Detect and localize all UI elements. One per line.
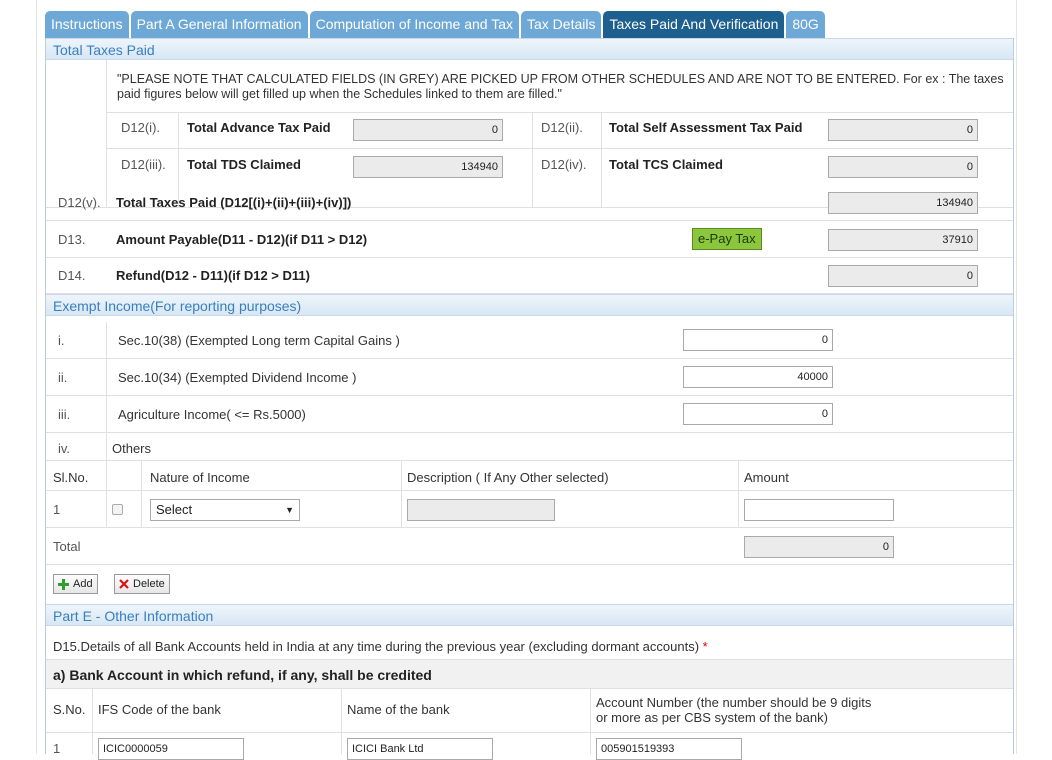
d12-ii-code: D12(ii). (541, 120, 583, 135)
d13-code: D13. (58, 232, 86, 247)
total-advance-tax-paid-field[interactable]: 0 (353, 119, 503, 141)
section-part-e-other-information: Part E - Other Information (46, 604, 1013, 626)
exempt-i-label: Sec.10(38) (Exempted Long term Capital G… (118, 333, 400, 348)
ifs-code-field[interactable]: ICIC0000059 (98, 738, 244, 760)
delete-button[interactable]: Delete (114, 574, 170, 594)
tab-part-a-general-information[interactable]: Part A General Information (130, 11, 308, 38)
bank-name-field[interactable]: ICICI Bank Ltd (347, 738, 493, 760)
header-slno: Sl.No. (53, 470, 89, 485)
nature-of-income-select[interactable]: Select ▼ (150, 499, 300, 521)
add-delete-toolbar: Add Delete (46, 565, 1013, 605)
d13-label: Amount Payable(D11 - D12)(if D11 > D12) (116, 232, 368, 247)
bank-subsection-header: a) Bank Account in which refund, if any,… (46, 660, 1013, 689)
delete-x-icon (119, 579, 129, 589)
d15-text: D15.Details of all Bank Accounts held in… (53, 639, 708, 654)
header-sno: S.No. (53, 702, 86, 717)
exempt-row-iii: iii. Agriculture Income( <= Rs.5000) 0 (46, 396, 1013, 433)
row-d12-v: D12(v). Total Taxes Paid (D12[(i)+(ii)+(… (46, 184, 1013, 221)
d12-v-label: Total Taxes Paid (D12[(i)+(ii)+(iii)+(iv… (116, 195, 352, 210)
header-ifs-code: IFS Code of the bank (98, 702, 221, 717)
d12-iv-code: D12(iv). (541, 157, 587, 172)
d12-iii-label: Total TDS Claimed (187, 157, 301, 172)
tab-taxes-paid-and-verification[interactable]: Taxes Paid And Verification (603, 11, 785, 38)
d15-row: D15.Details of all Bank Accounts held in… (46, 632, 1013, 660)
header-account-number-line1: Account Number (the number should be 9 d… (596, 695, 872, 710)
exempt-row-i: i. Sec.10(38) (Exempted Long term Capita… (46, 322, 1013, 359)
d14-code: D14. (58, 268, 86, 283)
others-total-row: Total 0 (46, 528, 1013, 565)
d12-ii-label: Total Self Assessment Tax Paid (609, 120, 803, 135)
exempt-dividend-field[interactable]: 40000 (683, 366, 833, 388)
other-amount-field[interactable] (744, 499, 894, 521)
header-description: Description ( If Any Other selected) (407, 470, 609, 485)
page-right-rule (1016, 0, 1017, 754)
form-tabs: Instructions Part A General Information … (45, 11, 825, 38)
row-d14: D14. Refund(D12 - D11)(if D12 > D11) 0 (46, 258, 1013, 294)
header-amount: Amount (744, 470, 789, 485)
others-table-header: Sl.No. Nature of Income Description ( If… (46, 461, 1013, 491)
plus-icon (58, 578, 69, 590)
row-slno: 1 (53, 502, 61, 517)
total-tcs-claimed-field[interactable]: 0 (828, 156, 978, 178)
exempt-i-code: i. (58, 333, 65, 348)
exempt-row-others: iv. Others (46, 433, 1013, 461)
exempt-iii-code: iii. (58, 407, 71, 422)
d14-label: Refund(D12 - D11)(if D12 > D11) (116, 268, 310, 283)
total-tds-claimed-field[interactable]: 134940 (353, 156, 503, 178)
calculated-fields-note: "PLEASE NOTE THAT CALCULATED FIELDS (IN … (117, 72, 1004, 101)
page-left-rule (36, 0, 37, 754)
add-button-label: Add (73, 578, 93, 590)
amount-payable-field[interactable]: 37910 (828, 229, 978, 251)
others-total-field[interactable]: 0 (744, 536, 894, 558)
required-mark: * (702, 639, 708, 654)
exempt-ii-label: Sec.10(34) (Exempted Dividend Income ) (118, 370, 357, 385)
header-bank-name: Name of the bank (347, 702, 450, 717)
tab-80g[interactable]: 80G (786, 11, 825, 38)
section-exempt-income: Exempt Income(For reporting purposes) (46, 294, 1013, 316)
tab-instructions[interactable]: Instructions (45, 11, 129, 38)
exempt-ltcg-field[interactable]: 0 (683, 329, 833, 351)
add-button[interactable]: Add (53, 574, 98, 594)
form-panel: Total Taxes Paid "PLEASE NOTE THAT CALCU… (45, 38, 1014, 760)
exempt-ii-code: ii. (58, 370, 68, 385)
d12-iii-code: D12(iii). (121, 157, 166, 172)
total-taxes-paid-field[interactable]: 134940 (828, 192, 978, 214)
d12-i-code: D12(i). (121, 120, 161, 135)
exempt-row-ii: ii. Sec.10(34) (Exempted Dividend Income… (46, 359, 1013, 396)
exempt-others-label: Others (112, 441, 152, 456)
d12-i-label: Total Advance Tax Paid (187, 120, 331, 135)
nature-of-income-value: Select (156, 502, 193, 517)
table-row: 1 ICIC0000059 ICICI Bank Ltd 00590151939… (46, 733, 1013, 760)
exempt-iii-label: Agriculture Income( <= Rs.5000) (118, 407, 306, 422)
bank-subsection-title: a) Bank Account in which refund, if any,… (53, 667, 432, 683)
d12-iv-label: Total TCS Claimed (609, 157, 723, 172)
account-number-field[interactable]: 005901519393 (596, 738, 742, 760)
tab-tax-details[interactable]: Tax Details (521, 11, 602, 38)
tab-computation-of-income-and-tax[interactable]: Computation of Income and Tax (309, 11, 519, 38)
exempt-agriculture-field[interactable]: 0 (683, 403, 833, 425)
section-total-taxes-paid: Total Taxes Paid (46, 38, 1013, 60)
table-row: 1 Select ▼ (46, 491, 1013, 528)
row-select-checkbox[interactable] (112, 504, 123, 515)
row-d13: D13. Amount Payable(D11 - D12)(if D11 > … (46, 221, 1013, 258)
header-nature-of-income: Nature of Income (150, 470, 250, 485)
d12-v-code: D12(v). (58, 195, 101, 210)
refund-field[interactable]: 0 (828, 265, 978, 287)
header-account-number-line2: or more as per CBS system of the bank) (596, 710, 828, 725)
dropdown-arrow-icon: ▼ (285, 505, 294, 515)
total-label: Total (53, 539, 81, 554)
delete-button-label: Delete (133, 578, 165, 590)
exempt-iv-code: iv. (58, 441, 71, 456)
bank-table-header: S.No. IFS Code of the bank Name of the b… (46, 689, 1013, 733)
total-self-assessment-tax-paid-field[interactable]: 0 (828, 119, 978, 141)
e-pay-tax-button[interactable]: e-Pay Tax (692, 228, 762, 250)
description-field[interactable] (407, 499, 555, 521)
